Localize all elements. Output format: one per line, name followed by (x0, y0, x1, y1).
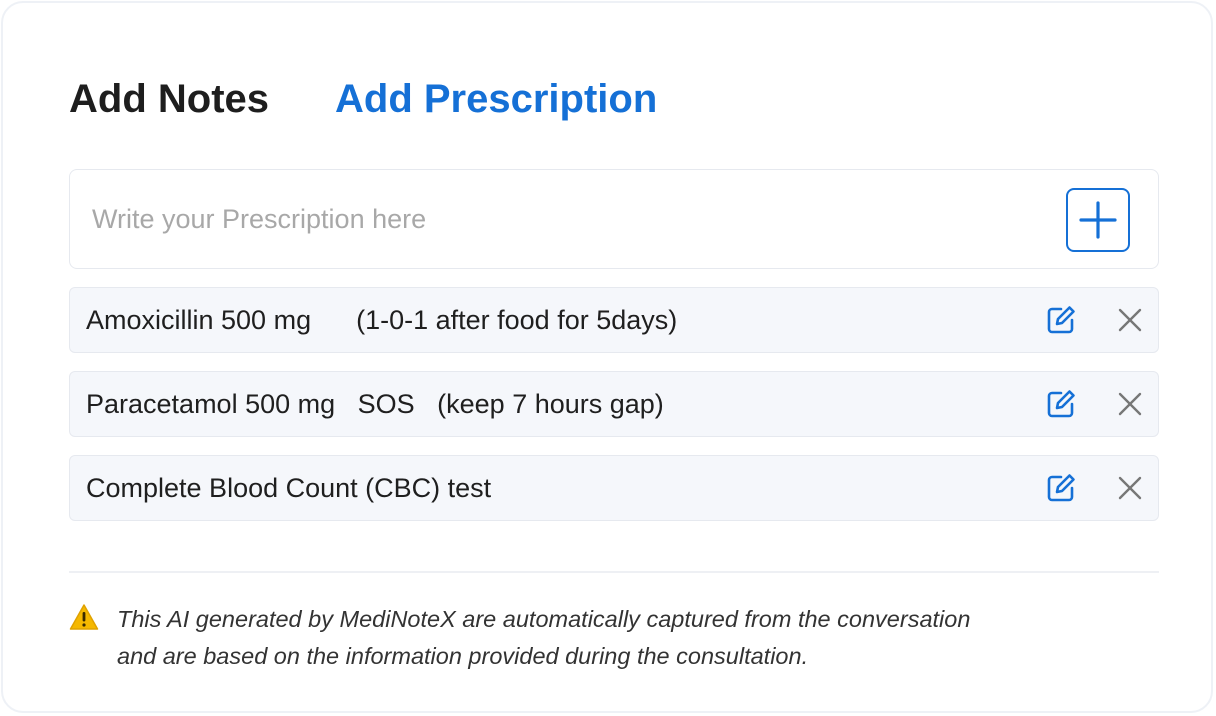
tab-add-prescription[interactable]: Add Prescription (335, 75, 657, 123)
prescription-item-text: Complete Blood Count (CBC) test (86, 473, 492, 503)
divider (69, 571, 1159, 573)
edit-icon[interactable] (1045, 304, 1077, 336)
edit-icon[interactable] (1045, 472, 1077, 504)
disclaimer-text: This AI generated by MediNoteX are autom… (117, 601, 1127, 675)
prescription-item-text: Amoxicillin 500 mg (1-0-1 after food for… (86, 305, 678, 335)
add-prescription-button[interactable] (1066, 188, 1130, 252)
prescription-input[interactable] (92, 194, 992, 244)
close-icon[interactable] (1116, 474, 1144, 502)
prescription-item-text: Paracetamol 500 mg SOS (keep 7 hours gap… (86, 389, 664, 419)
tab-bar: Add Notes Add Prescription (69, 75, 657, 123)
edit-icon[interactable] (1045, 388, 1077, 420)
prescription-card: Add Notes Add Prescription Amoxicillin 5… (1, 1, 1213, 713)
tab-add-notes[interactable]: Add Notes (69, 75, 269, 123)
close-icon[interactable] (1116, 306, 1144, 334)
warning-icon (69, 604, 99, 630)
prescription-input-box (69, 169, 1159, 269)
plus-icon (1079, 201, 1117, 239)
prescription-item: Complete Blood Count (CBC) test (69, 455, 1159, 521)
disclaimer-line-2: and are based on the information provide… (117, 643, 809, 669)
prescription-item: Paracetamol 500 mg SOS (keep 7 hours gap… (69, 371, 1159, 437)
prescription-item: Amoxicillin 500 mg (1-0-1 after food for… (69, 287, 1159, 353)
disclaimer-line-1: This AI generated by MediNoteX are autom… (117, 606, 971, 632)
close-icon[interactable] (1116, 390, 1144, 418)
